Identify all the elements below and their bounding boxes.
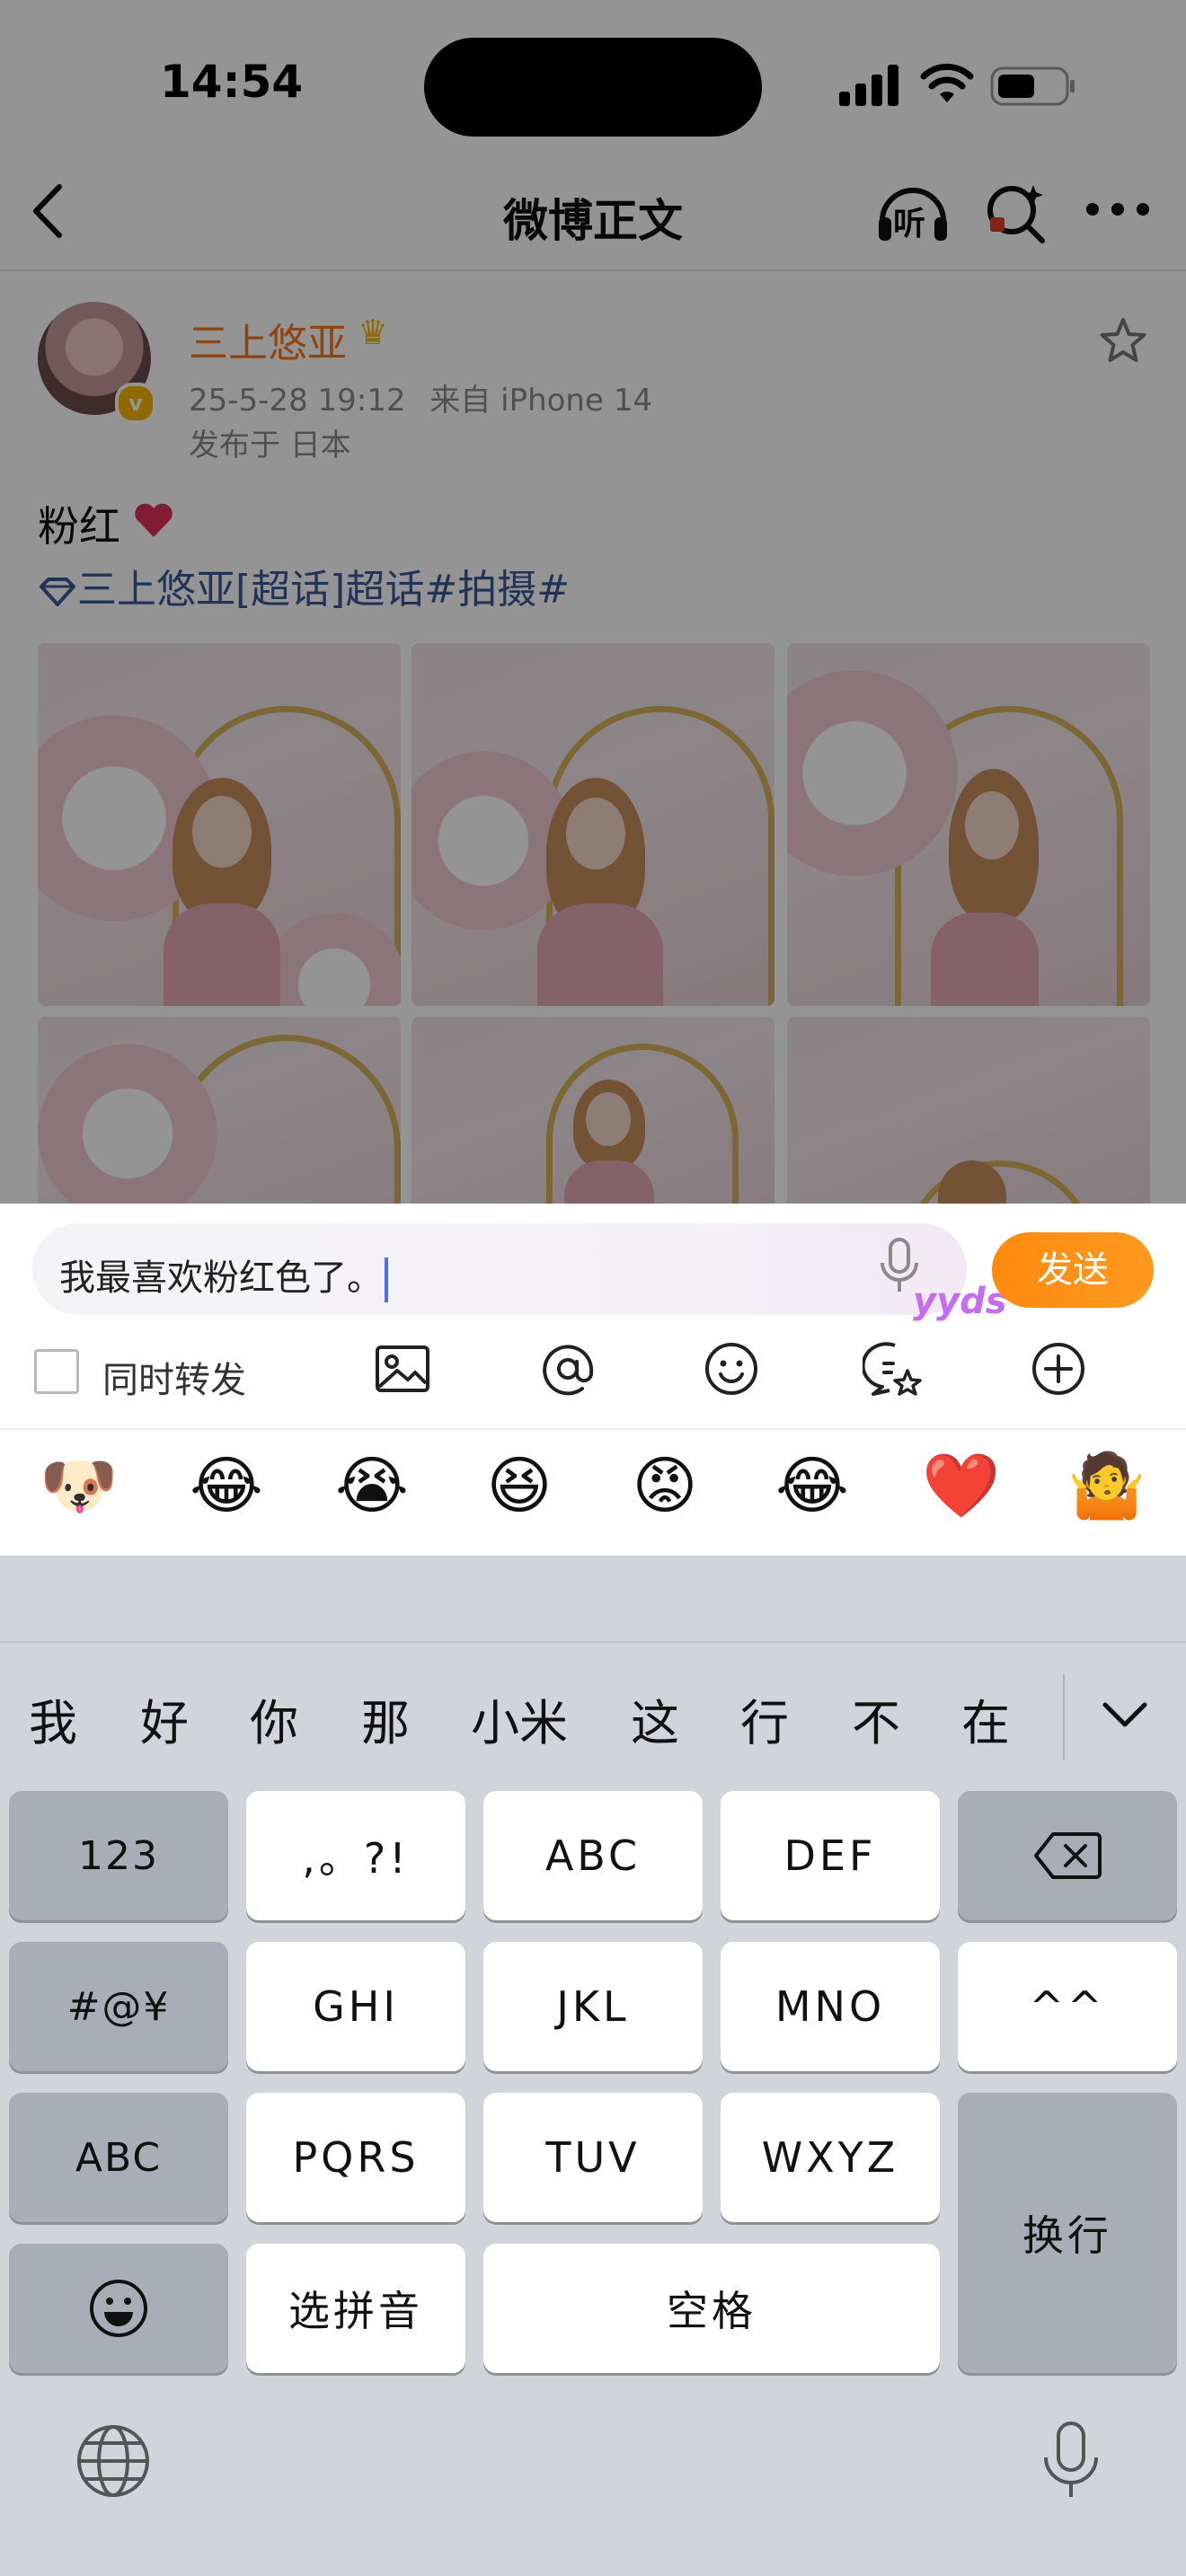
key-jkl-5[interactable]: JKL: [483, 1942, 703, 2071]
heart-emoji[interactable]: ❤️: [922, 1448, 1000, 1523]
chevron-down-icon[interactable]: [1098, 1696, 1152, 1732]
image-icon[interactable]: [370, 1337, 435, 1401]
key-tuv-8[interactable]: TUV: [483, 2093, 703, 2222]
return-key[interactable]: 换行: [958, 2093, 1177, 2373]
repost-checkbox[interactable]: [34, 1349, 79, 1394]
emoji-keyboard-key[interactable]: [9, 2244, 228, 2373]
smiley-icon: [90, 2280, 147, 2337]
comment-input[interactable]: 我最喜欢粉红色了。 yyds: [32, 1223, 1007, 1322]
candidate-word[interactable]: 那: [361, 1683, 410, 1754]
crying-emoji[interactable]: 😭: [334, 1448, 410, 1523]
add-icon[interactable]: [1026, 1337, 1091, 1401]
angry-emoji[interactable]: 😡: [627, 1448, 703, 1523]
space-key[interactable]: 空格: [483, 2244, 940, 2373]
candidate-word[interactable]: 好: [140, 1683, 189, 1754]
candidate-word[interactable]: 小米: [471, 1683, 568, 1754]
key-abc-2[interactable]: ABC: [483, 1791, 703, 1920]
emoji-icon[interactable]: [699, 1337, 764, 1401]
candidate-word[interactable]: 你: [250, 1683, 298, 1754]
comment-input-value: 我最喜欢粉红色了。: [59, 1257, 383, 1299]
panel-divider: [0, 1428, 1186, 1430]
candidate-divider: [1063, 1674, 1065, 1760]
yyds-sticker-text[interactable]: yyds: [913, 1281, 1007, 1322]
dim-overlay[interactable]: [0, 0, 1186, 1204]
key-abc-mode[interactable]: ABC: [9, 2093, 228, 2222]
dictation-mic-icon[interactable]: [1039, 2420, 1103, 2502]
candidate-word[interactable]: 在: [961, 1683, 1010, 1754]
key-punctuation[interactable]: ,。?!: [246, 1791, 465, 1920]
excited-emoji[interactable]: 😆: [482, 1448, 557, 1523]
at-icon[interactable]: [535, 1337, 600, 1401]
key-symbols[interactable]: #@¥: [9, 1942, 228, 2071]
key-emoticon[interactable]: ^^: [958, 1942, 1177, 2071]
comment-composer: 我最喜欢粉红色了。 yyds 发送 同时转发 🐶 😂 😭 😆 😡 😂 ❤️ 🤷: [0, 1204, 1186, 1556]
key-def-3[interactable]: DEF: [721, 1791, 940, 1920]
send-button[interactable]: 发送: [992, 1232, 1154, 1308]
backspace-icon: [1034, 1832, 1102, 1879]
candidate-word[interactable]: 不: [852, 1683, 900, 1754]
doge-emoji[interactable]: 🐶: [40, 1448, 118, 1523]
shrug-emoji[interactable]: 🤷: [1067, 1448, 1146, 1523]
candidate-word[interactable]: 行: [740, 1683, 789, 1754]
key-pqrs-7[interactable]: PQRS: [246, 2093, 465, 2222]
globe-icon[interactable]: [75, 2423, 151, 2499]
weibo-post-page: 14:54 微博正文 听 v 三上悠亚 ♛ 25-5-28 19:12 来自 i…: [0, 0, 1186, 1204]
laughing-emoji[interactable]: 😂: [774, 1448, 850, 1523]
repost-label[interactable]: 同时转发: [102, 1351, 246, 1403]
candidate-word[interactable]: 我: [29, 1683, 77, 1754]
candidate-bar-divider: [0, 1641, 1186, 1643]
key-mno-6[interactable]: MNO: [721, 1942, 940, 2071]
sticker-icon[interactable]: [863, 1337, 927, 1401]
laugh-cry-emoji[interactable]: 😂: [189, 1448, 264, 1523]
backspace-key[interactable]: [958, 1791, 1177, 1920]
comment-input-text[interactable]: 我最喜欢粉红色了。: [59, 1248, 388, 1302]
key-wxyz-9[interactable]: WXYZ: [721, 2093, 940, 2222]
key-select-pinyin[interactable]: 选拼音: [246, 2244, 465, 2373]
key-ghi-4[interactable]: GHI: [246, 1942, 465, 2071]
keyboard: 我 好 你 那 小米 这 行 不 在 123 ,。?! ABC DEF #@¥ …: [0, 1556, 1186, 2576]
candidate-word[interactable]: 这: [631, 1683, 679, 1754]
text-caret: [385, 1257, 388, 1302]
key-123[interactable]: 123: [9, 1791, 228, 1920]
